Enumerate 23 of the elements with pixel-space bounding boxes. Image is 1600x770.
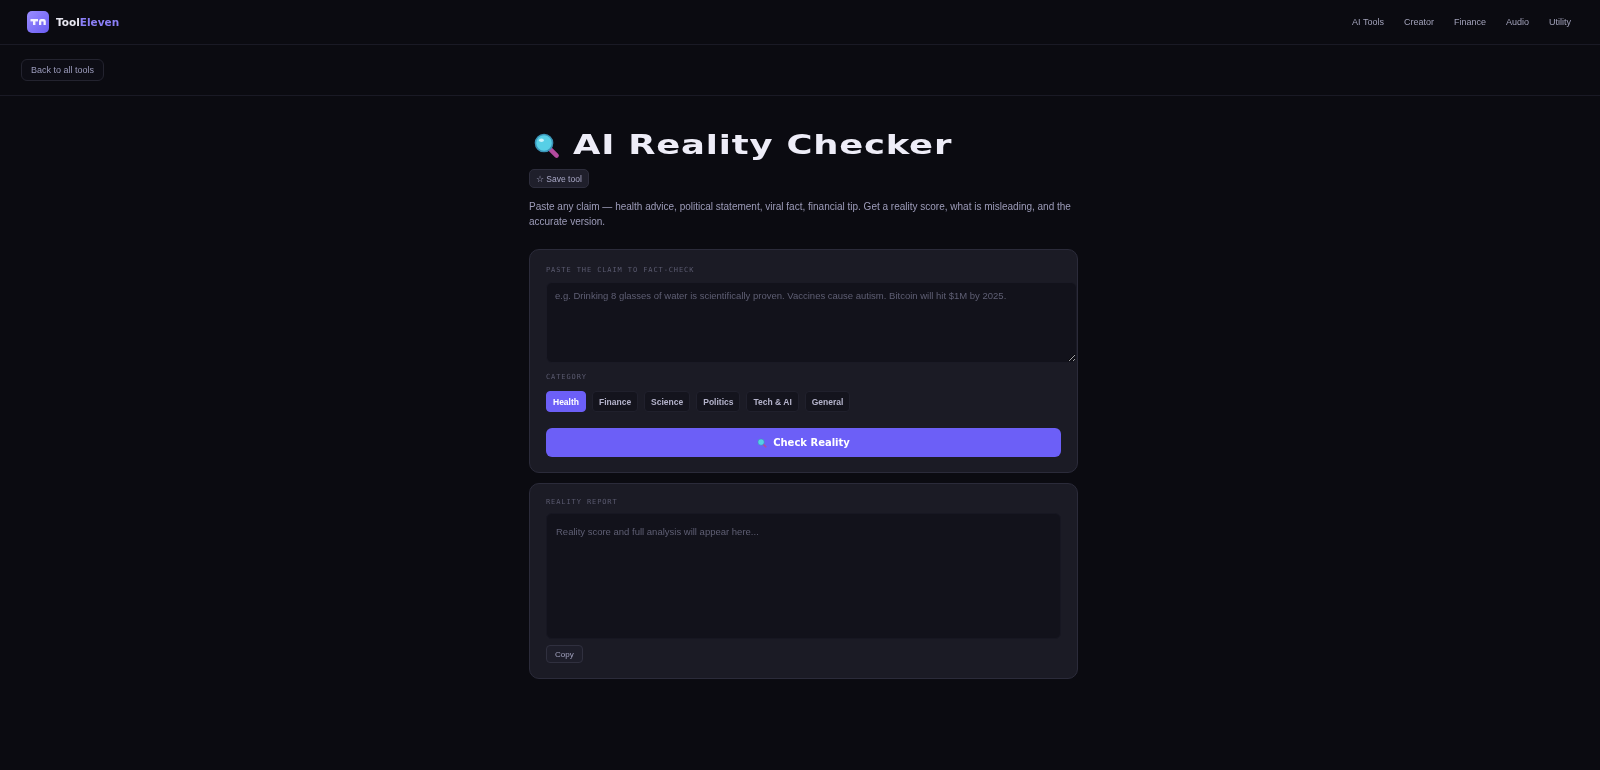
category-chip[interactable]: Science — [644, 391, 691, 412]
check-reality-button[interactable]: Check Reality — [546, 428, 1061, 457]
claim-input[interactable]: e.g. Drinking 8 glasses of water is scientifically proven. Vaccines cause autism. Bitcoin will hit $1M by 2025. — [546, 282, 1077, 363]
nav-link[interactable]: Audio — [1505, 17, 1529, 27]
nav-link[interactable]: Creator — [1403, 17, 1434, 27]
page-title: AI Reality Checker — [573, 130, 953, 160]
nav-link[interactable]: Utility — [1549, 17, 1571, 27]
report-output-area: Reality score and full analysis will appear here... — [546, 513, 1061, 639]
category-chip[interactable]: Tech & AI — [746, 391, 799, 412]
category-chip[interactable]: General — [804, 391, 851, 412]
nav-link[interactable]: AI Tools — [1352, 17, 1384, 27]
copy-button[interactable]: Copy — [546, 645, 583, 663]
magnifier-icon — [533, 131, 560, 159]
brand-name: ToolEleven — [56, 16, 120, 28]
magnifier-icon — [757, 437, 768, 448]
save-tool-button[interactable]: ☆ Save tool — [529, 169, 589, 188]
tool-description: Paste any claim — health advice, political statement, viral fact, financial tip. Get a reality score, what is misleading, and the accurate version. — [529, 200, 1072, 229]
category-chip[interactable]: Health — [546, 391, 586, 412]
category-chip[interactable]: Finance — [592, 391, 639, 412]
category-chip[interactable]: Politics — [696, 391, 741, 412]
nav-link[interactable]: Finance — [1453, 17, 1486, 27]
back-button[interactable]: Back to all tools — [21, 59, 105, 81]
logo-icon — [27, 11, 49, 33]
